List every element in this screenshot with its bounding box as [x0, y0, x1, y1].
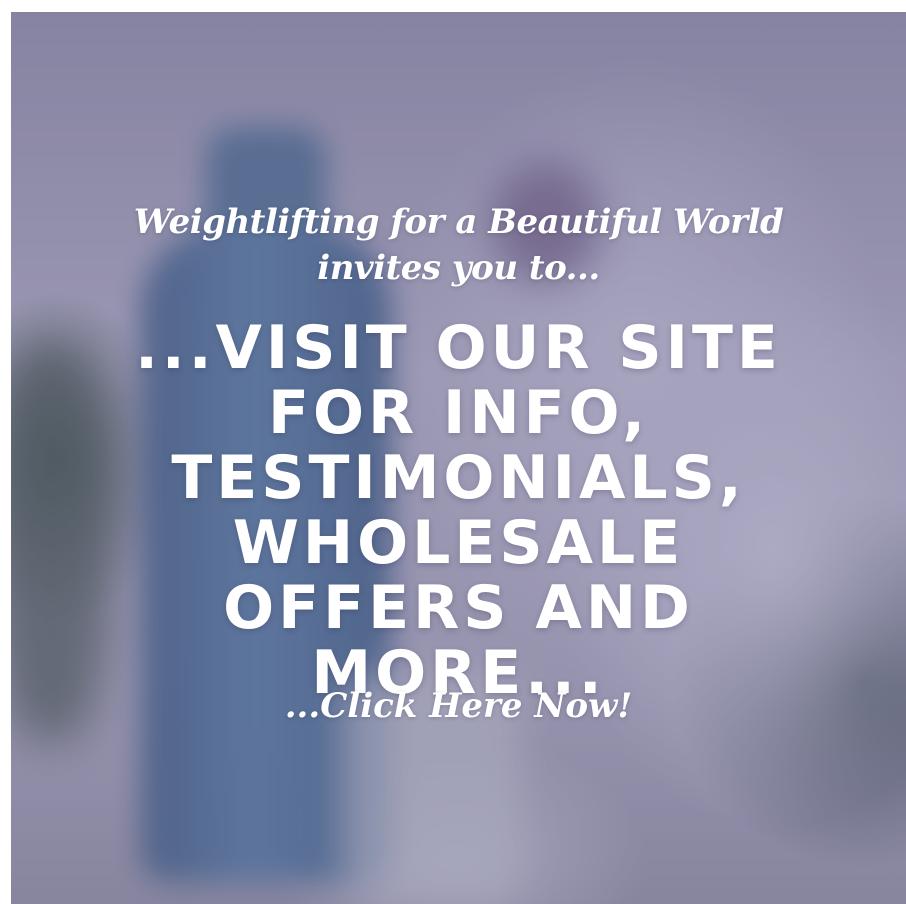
headline-line: OFFERS AND [223, 573, 694, 643]
intro-text: Weightlifting for a Beautiful World invi… [11, 199, 906, 291]
intro-line-1: Weightlifting for a Beautiful World [133, 202, 784, 242]
headline-line: ...VISIT OUR SITE [135, 313, 782, 383]
click-here-link[interactable]: ...Click Here Now! [11, 684, 906, 728]
headline-line: WHOLESALE [232, 508, 685, 578]
headline-line: TESTIMONIALS, [171, 443, 746, 513]
banner-content: Weightlifting for a Beautiful World invi… [11, 12, 906, 904]
headline: ...VISIT OUR SITE FOR INFO, TESTIMONIALS… [11, 316, 906, 706]
intro-line-2: invites you to... [317, 248, 600, 288]
headline-line: FOR INFO, [267, 378, 650, 448]
promo-banner[interactable]: Weightlifting for a Beautiful World invi… [11, 12, 906, 904]
